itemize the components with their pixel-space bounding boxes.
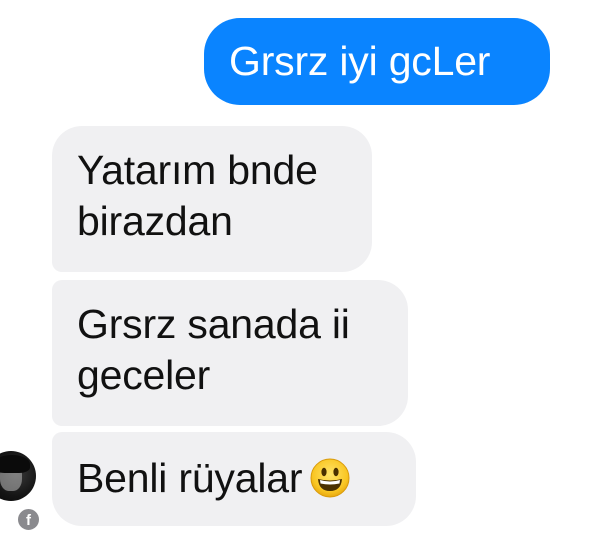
incoming-message-bubble[interactable]: Grsrz sanada ii geceler — [52, 280, 408, 426]
avatar-hair — [0, 455, 30, 473]
message-text: Benli rüyalar — [77, 455, 303, 501]
message-text: Grsrz iyi gcLer — [229, 38, 491, 84]
facebook-icon-glyph: f — [26, 512, 31, 529]
outgoing-message-bubble[interactable]: Grsrz iyi gcLer — [204, 18, 550, 105]
message-text-line: Yatarım bnde — [77, 147, 318, 193]
grinning-face-emoji — [310, 458, 350, 498]
message-text-line: Grsrz sanada ii — [77, 301, 350, 347]
incoming-message-bubble[interactable]: Benli rüyalar — [52, 432, 416, 526]
message-text-line: geceler — [77, 352, 211, 398]
conversation-view: Grsrz iyi gcLer Yatarım bnde birazdan Gr… — [0, 0, 590, 557]
facebook-icon: f — [16, 507, 41, 532]
incoming-message-bubble[interactable]: Yatarım bnde birazdan — [52, 126, 372, 272]
message-text-line: birazdan — [77, 198, 233, 244]
avatar[interactable] — [0, 451, 36, 501]
